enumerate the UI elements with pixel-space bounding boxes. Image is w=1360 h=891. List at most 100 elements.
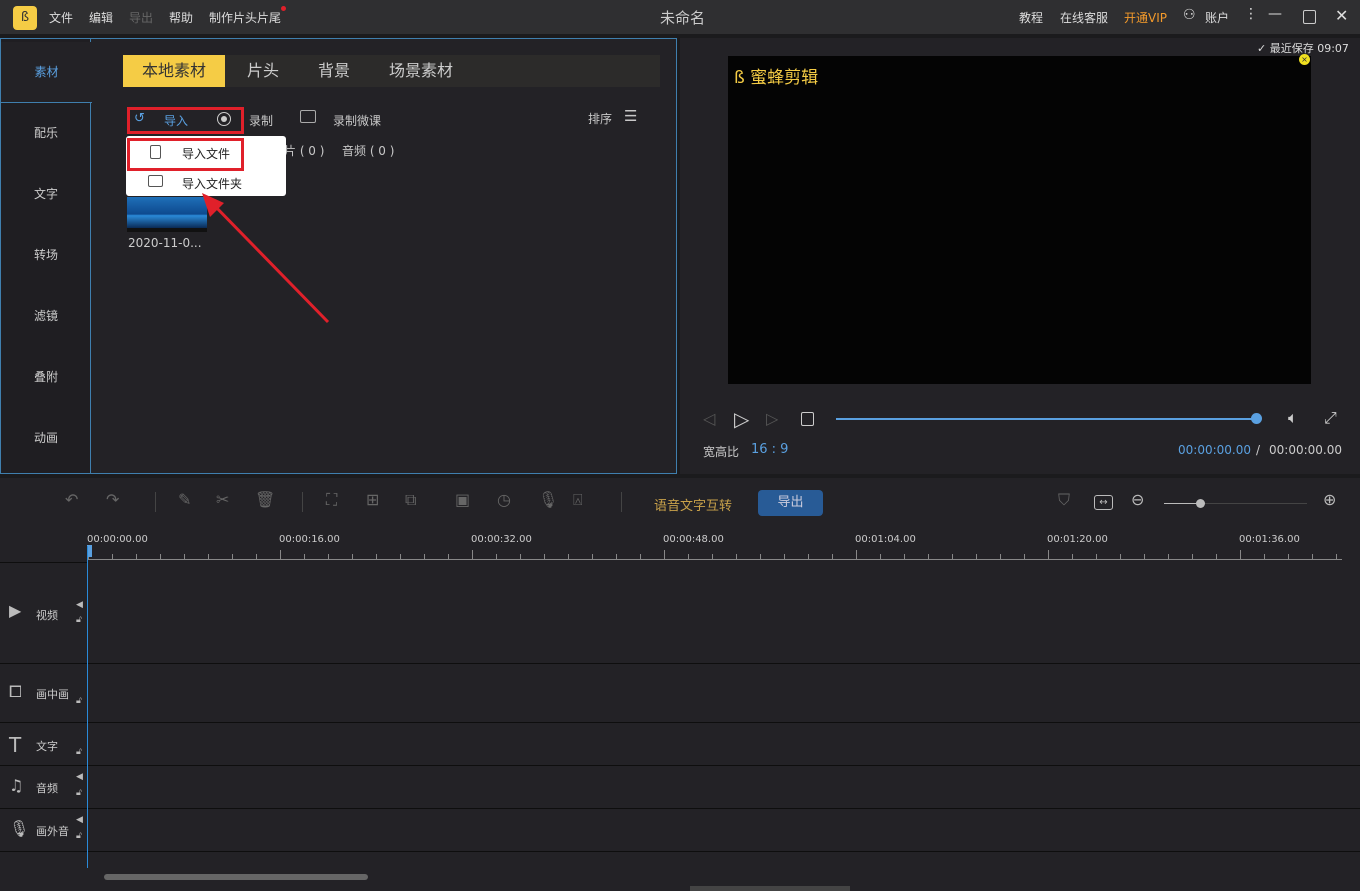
- menu-export[interactable]: 导出: [129, 9, 153, 26]
- ruler-tick: [1336, 554, 1337, 559]
- lock-icon[interactable]: 🔓︎: [76, 696, 82, 706]
- next-frame-icon[interactable]: ▷: [766, 409, 778, 428]
- menu-file[interactable]: 文件: [49, 9, 73, 26]
- menu-help[interactable]: 帮助: [169, 9, 193, 26]
- sort-button[interactable]: 排序: [588, 110, 612, 127]
- pip-track-icon: ⧠: [9, 682, 22, 701]
- playback-progress[interactable]: [836, 418, 1256, 420]
- microphone-track-icon: 🎙︎: [9, 819, 30, 838]
- resize-icon[interactable]: ⊞: [366, 490, 379, 509]
- ruler-tick: [880, 554, 881, 559]
- speed-icon[interactable]: ◷: [497, 490, 511, 509]
- watermark-close-icon[interactable]: ×: [1299, 54, 1310, 65]
- ruler-tick: [1024, 554, 1025, 559]
- lock-icon[interactable]: 🔓︎: [76, 788, 82, 798]
- play-icon[interactable]: ▷: [734, 407, 749, 431]
- speech-to-text-button[interactable]: 语音文字互转: [654, 495, 732, 514]
- presenter-icon[interactable]: ⍓: [573, 490, 583, 510]
- ruler-tick: [856, 550, 857, 559]
- zoom-in-icon[interactable]: ⊕: [1323, 490, 1336, 509]
- filter-image[interactable]: 片 ( 0 ): [284, 142, 324, 159]
- playhead[interactable]: [87, 546, 88, 868]
- lock-icon[interactable]: 🔓︎: [76, 615, 82, 625]
- aspect-ratio-value[interactable]: 16 : 9: [751, 442, 788, 457]
- annotation-box: [127, 138, 244, 171]
- ruler-tick: [1192, 554, 1193, 559]
- zoom-slider-handle[interactable]: [1195, 499, 1205, 508]
- ruler-tick: [976, 554, 977, 559]
- saved-text: 最近保存 09:07: [1269, 42, 1349, 55]
- record-button[interactable]: 录制: [249, 112, 273, 129]
- sidebar-item-text[interactable]: 文字: [1, 164, 91, 225]
- tab-scene-media[interactable]: 场景素材: [373, 55, 469, 87]
- mosaic-icon[interactable]: ⧉: [405, 490, 416, 510]
- sidebar-item-transition[interactable]: 转场: [1, 225, 91, 286]
- export-button[interactable]: 导出: [758, 490, 823, 516]
- fullscreen-icon[interactable]: ⤢: [1324, 408, 1337, 428]
- microphone-icon[interactable]: 🎙︎: [538, 490, 558, 509]
- ruler-tick: [280, 550, 281, 559]
- delete-icon[interactable]: 🗑︎: [255, 490, 275, 509]
- redo-icon[interactable]: ↷: [106, 490, 119, 509]
- mute-icon[interactable]: ◀: [76, 600, 83, 610]
- ruler-tick: [1312, 554, 1313, 559]
- user-icon: ⚇: [1183, 7, 1196, 23]
- record-course-button[interactable]: 录制微课: [333, 112, 381, 129]
- ruler-tick: [928, 554, 929, 559]
- cut-icon[interactable]: ✂: [216, 490, 229, 509]
- tutorial-link[interactable]: 教程: [1019, 9, 1043, 26]
- crop-icon[interactable]: ⛶: [326, 490, 337, 510]
- prev-frame-icon[interactable]: ◁: [703, 409, 715, 428]
- mute-icon[interactable]: ◀: [76, 772, 83, 782]
- more-icon[interactable]: ⋮: [1244, 6, 1258, 22]
- zoom-out-icon[interactable]: ⊖: [1131, 490, 1144, 509]
- marker-icon[interactable]: ⛉: [1058, 490, 1070, 510]
- frame-icon[interactable]: ▣: [455, 490, 470, 509]
- ruler-label: 00:01:36.00: [1239, 534, 1300, 545]
- ruler-label: 00:01:04.00: [855, 534, 916, 545]
- media-thumbnail[interactable]: [127, 197, 207, 232]
- volume-icon[interactable]: 🔈︎: [1288, 408, 1298, 428]
- zoom-slider[interactable]: [1164, 503, 1307, 504]
- time-separator: /: [1256, 443, 1261, 457]
- watermark-logo: ß 蜜蜂剪辑: [734, 68, 819, 88]
- sort-list-icon[interactable]: ☰: [624, 107, 637, 125]
- lock-icon[interactable]: 🔓︎: [76, 831, 82, 841]
- vip-link[interactable]: 开通VIP: [1124, 9, 1167, 26]
- maximize-button[interactable]: [1303, 10, 1316, 24]
- ruler-tick: [1216, 554, 1217, 559]
- sidebar-item-overlay[interactable]: 叠附: [1, 347, 91, 408]
- tab-intro[interactable]: 片头: [225, 55, 301, 87]
- ruler-tick: [568, 554, 569, 559]
- menu-intro-outro[interactable]: 制作片头片尾: [209, 9, 281, 26]
- time-ruler[interactable]: 00:00:00.00 00:00:16.00 00:00:32.00 00:00:4…: [0, 528, 1360, 563]
- edit-icon[interactable]: ✎: [178, 490, 191, 509]
- divider: [621, 492, 622, 512]
- minimize-button[interactable]: —: [1268, 6, 1282, 22]
- media-panel: 素材 配乐 文字 转场 滤镜 叠附 动画 本地素材 片头 背景 场景素材 ↺ 导…: [0, 38, 677, 474]
- sidebar-item-media[interactable]: 素材: [1, 42, 92, 103]
- tab-local-media[interactable]: 本地素材: [123, 55, 225, 87]
- sidebar-item-music[interactable]: 配乐: [1, 103, 91, 164]
- filter-audio[interactable]: 音频 ( 0 ): [342, 142, 394, 159]
- ruler-tick: [256, 554, 257, 559]
- menu-edit[interactable]: 编辑: [89, 9, 113, 26]
- ruler-tick: [808, 554, 809, 559]
- undo-icon[interactable]: ↶: [65, 490, 78, 509]
- track-label: 音频: [36, 782, 58, 795]
- lock-icon[interactable]: 🔓︎: [76, 747, 82, 757]
- playback-progress-handle[interactable]: [1251, 413, 1262, 424]
- horizontal-scrollbar[interactable]: [104, 874, 368, 880]
- stop-icon[interactable]: [801, 412, 814, 426]
- online-service-link[interactable]: 在线客服: [1060, 9, 1108, 26]
- ruler-tick: [184, 554, 185, 559]
- sidebar-item-filter[interactable]: 滤镜: [1, 286, 91, 347]
- panel-resize-handle[interactable]: [690, 886, 850, 891]
- ruler-tick: [1000, 554, 1001, 559]
- fit-icon[interactable]: ↔: [1094, 495, 1113, 510]
- mute-icon[interactable]: ◀: [76, 815, 83, 825]
- close-button[interactable]: ✕: [1335, 6, 1348, 25]
- account-link[interactable]: 账户: [1205, 9, 1229, 26]
- tab-background[interactable]: 背景: [301, 55, 367, 87]
- sidebar-item-animation[interactable]: 动画: [1, 408, 91, 469]
